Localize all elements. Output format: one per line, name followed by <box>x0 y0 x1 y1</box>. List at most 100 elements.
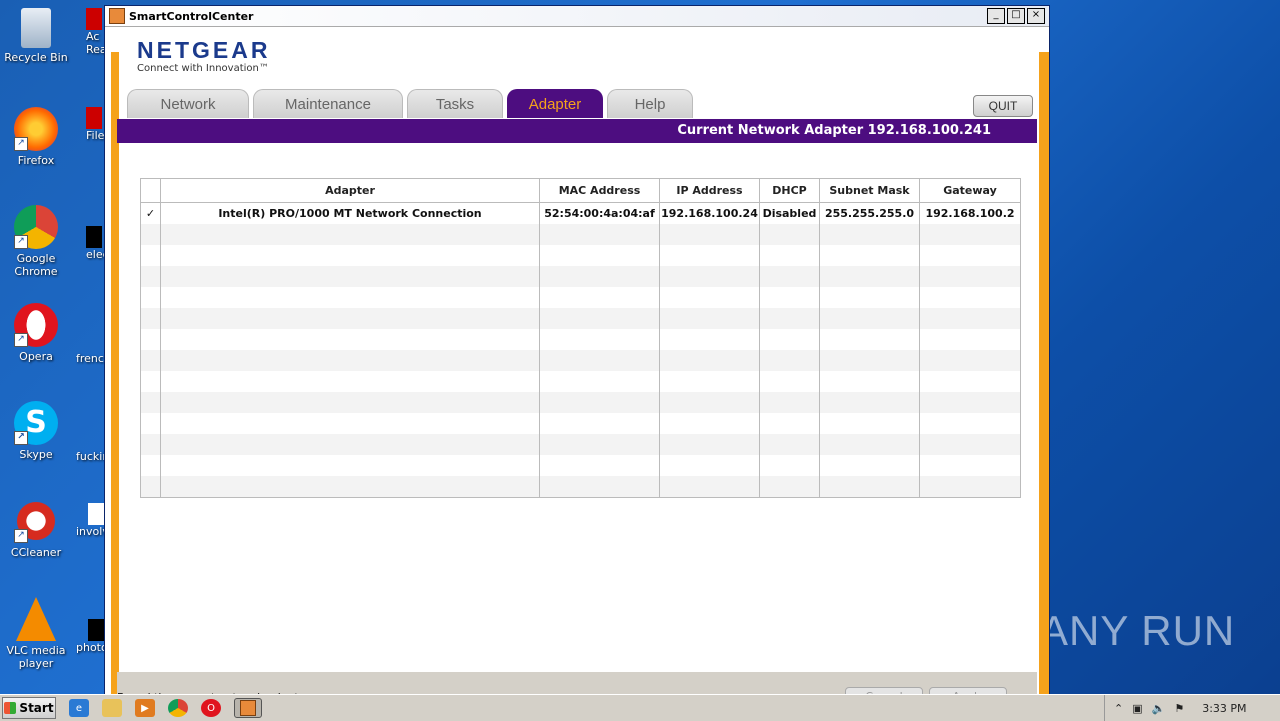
table-row-empty[interactable] <box>140 266 1021 287</box>
empty-cell <box>659 329 760 350</box>
start-label: Start <box>19 701 54 715</box>
table-row-empty[interactable] <box>140 392 1021 413</box>
empty-cell <box>140 245 161 266</box>
empty-cell <box>160 392 540 413</box>
table-row-empty[interactable] <box>140 245 1021 266</box>
table-row-empty[interactable] <box>140 287 1021 308</box>
netgear-logo: NETGEAR Connect with Innovation™ <box>137 37 270 74</box>
action-center-flag-icon[interactable]: ⚑ <box>1174 702 1184 715</box>
table-row-empty[interactable] <box>140 371 1021 392</box>
tab-network[interactable]: Network <box>127 89 249 118</box>
firefox-icon[interactable]: ↗ Firefox <box>1 107 71 167</box>
opera-taskbar-icon[interactable]: O <box>201 699 221 717</box>
empty-cell <box>659 245 760 266</box>
empty-cell <box>539 245 660 266</box>
column-header-gateway[interactable]: Gateway <box>919 178 1021 203</box>
empty-cell <box>140 413 161 434</box>
cell-mac-address: 52:54:00:4a:04:af <box>539 202 660 224</box>
cell-gateway: 192.168.100.2 <box>919 202 1021 224</box>
vlc-media-player-icon[interactable]: VLC media player <box>1 597 71 670</box>
empty-cell <box>160 371 540 392</box>
minimize-button[interactable]: _ <box>987 8 1005 24</box>
chrome-taskbar-icon[interactable] <box>168 699 188 717</box>
empty-cell <box>919 413 1021 434</box>
empty-cell <box>659 392 760 413</box>
cell-dhcp: Disabled <box>759 202 820 224</box>
empty-cell <box>160 224 540 245</box>
empty-cell <box>759 434 820 455</box>
column-header-adapter[interactable]: Adapter <box>160 178 540 203</box>
close-button[interactable]: × <box>1027 8 1045 24</box>
empty-cell <box>160 329 540 350</box>
window-client-area: NETGEAR Connect with Innovation™ Network… <box>105 27 1049 707</box>
empty-cell <box>539 308 660 329</box>
empty-cell <box>659 455 760 476</box>
empty-cell <box>759 350 820 371</box>
google-chrome-label: Google Chrome <box>14 252 58 278</box>
column-header-select[interactable] <box>140 178 161 203</box>
table-row-empty[interactable] <box>140 308 1021 329</box>
network-icon[interactable]: ▣ <box>1132 702 1142 715</box>
empty-cell <box>819 413 920 434</box>
volume-icon[interactable]: 🔈 <box>1152 702 1166 715</box>
clock[interactable]: 3:33 PM <box>1202 702 1246 715</box>
empty-cell <box>539 455 660 476</box>
empty-cell <box>919 287 1021 308</box>
empty-cell <box>819 434 920 455</box>
column-header-mac-address[interactable]: MAC Address <box>539 178 660 203</box>
google-chrome-icon[interactable]: ↗ Google Chrome <box>1 205 71 278</box>
table-row-empty[interactable] <box>140 434 1021 455</box>
window-title: SmartControlCenter <box>129 9 254 23</box>
orange-right-border <box>1039 52 1049 696</box>
table-row-empty[interactable] <box>140 224 1021 245</box>
empty-cell <box>659 434 760 455</box>
empty-cell <box>160 476 540 498</box>
table-row-empty[interactable] <box>140 455 1021 476</box>
partial-desktop-icon-1[interactable]: Ac Rea <box>86 8 107 56</box>
file-explorer-icon[interactable] <box>102 699 122 717</box>
empty-cell <box>919 224 1021 245</box>
partial-desktop-icon-7[interactable]: photo <box>76 619 108 654</box>
empty-cell <box>759 392 820 413</box>
empty-cell <box>819 371 920 392</box>
empty-cell <box>759 329 820 350</box>
empty-cell <box>659 287 760 308</box>
empty-cell <box>539 329 660 350</box>
adapter-table: Adapter MAC Address IP Address DHCP Subn… <box>140 178 1021 498</box>
empty-cell <box>659 266 760 287</box>
partial-desktop-icon-4[interactable]: frencl <box>76 352 107 365</box>
column-header-ip-address[interactable]: IP Address <box>659 178 760 203</box>
table-row-empty[interactable] <box>140 350 1021 371</box>
internet-explorer-icon[interactable]: e <box>69 699 89 717</box>
empty-cell <box>819 308 920 329</box>
media-player-icon[interactable]: ▶ <box>135 699 155 717</box>
empty-cell <box>759 371 820 392</box>
column-header-subnet-mask[interactable]: Subnet Mask <box>819 178 920 203</box>
recycle-bin-icon[interactable]: Recycle Bin <box>1 8 71 64</box>
empty-cell <box>759 455 820 476</box>
ccleaner-icon[interactable]: ↗ CCleaner <box>1 499 71 559</box>
tab-tasks[interactable]: Tasks <box>407 89 503 118</box>
row-checkmark-icon[interactable]: ✓ <box>140 202 161 224</box>
show-hidden-icons-icon[interactable]: ⌃ <box>1114 702 1123 715</box>
table-row-empty[interactable] <box>140 476 1021 498</box>
maximize-button[interactable]: □ <box>1007 8 1025 24</box>
tab-help[interactable]: Help <box>607 89 693 118</box>
empty-cell <box>819 287 920 308</box>
table-row-empty[interactable] <box>140 329 1021 350</box>
opera-icon[interactable]: ↗ Opera <box>1 303 71 363</box>
tab-maintenance[interactable]: Maintenance <box>253 89 403 118</box>
tab-adapter[interactable]: Adapter <box>507 89 603 118</box>
table-row-empty[interactable] <box>140 413 1021 434</box>
empty-cell <box>819 266 920 287</box>
vlc-media-player-label: VLC media player <box>6 644 66 670</box>
skype-icon[interactable]: S ↗ Skype <box>1 401 71 461</box>
smartcontrolcenter-taskbar-button[interactable] <box>234 698 262 718</box>
window-titlebar[interactable]: SmartControlCenter _ □ × <box>105 6 1049 27</box>
table-row[interactable]: ✓ Intel(R) PRO/1000 MT Network Connectio… <box>140 202 1021 224</box>
cell-subnet-mask: 255.255.255.0 <box>819 202 920 224</box>
start-button[interactable]: Start <box>2 697 56 719</box>
column-header-dhcp[interactable]: DHCP <box>759 178 820 203</box>
orange-left-border <box>111 52 119 696</box>
quit-button[interactable]: QUIT <box>973 95 1033 117</box>
